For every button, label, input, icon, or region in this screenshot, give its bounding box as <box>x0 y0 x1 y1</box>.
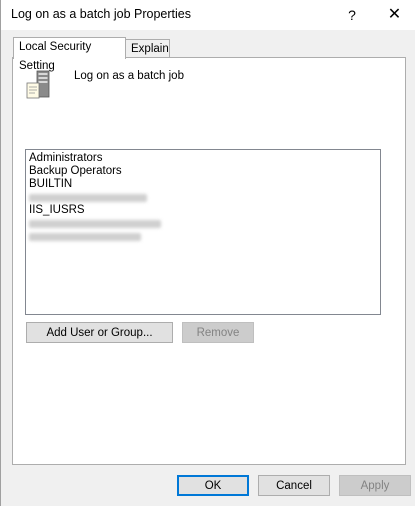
properties-dialog: Log on as a batch job Properties ? ✕ Loc… <box>0 0 415 506</box>
tab-local-security-setting[interactable]: Local Security Setting <box>13 37 126 72</box>
cancel-button[interactable]: Cancel <box>258 475 330 496</box>
add-user-or-group-button[interactable]: Add User or Group... <box>26 322 173 343</box>
remove-button[interactable]: Remove <box>182 322 254 343</box>
title-bar[interactable]: Log on as a batch job Properties ? ✕ <box>1 0 415 30</box>
list-item[interactable]: Administrators <box>29 152 377 165</box>
tab-explain[interactable]: Explain <box>125 39 170 58</box>
redacted-list-item[interactable] <box>29 191 377 204</box>
list-item[interactable]: IIS_IUSRS <box>29 204 377 217</box>
redacted-list-item[interactable] <box>29 217 377 230</box>
members-listbox[interactable]: Administrators Backup Operators BUILTIN … <box>25 149 381 315</box>
window-title: Log on as a batch job Properties <box>11 7 191 21</box>
ok-button[interactable]: OK <box>177 475 249 496</box>
close-button[interactable]: ✕ <box>373 0 415 30</box>
redacted-list-item[interactable] <box>29 230 377 243</box>
list-item[interactable]: BUILTIN <box>29 178 377 191</box>
apply-button[interactable]: Apply <box>339 475 411 496</box>
policy-name: Log on as a batch job <box>74 70 184 82</box>
list-item[interactable]: Backup Operators <box>29 165 377 178</box>
help-button[interactable]: ? <box>337 0 367 30</box>
